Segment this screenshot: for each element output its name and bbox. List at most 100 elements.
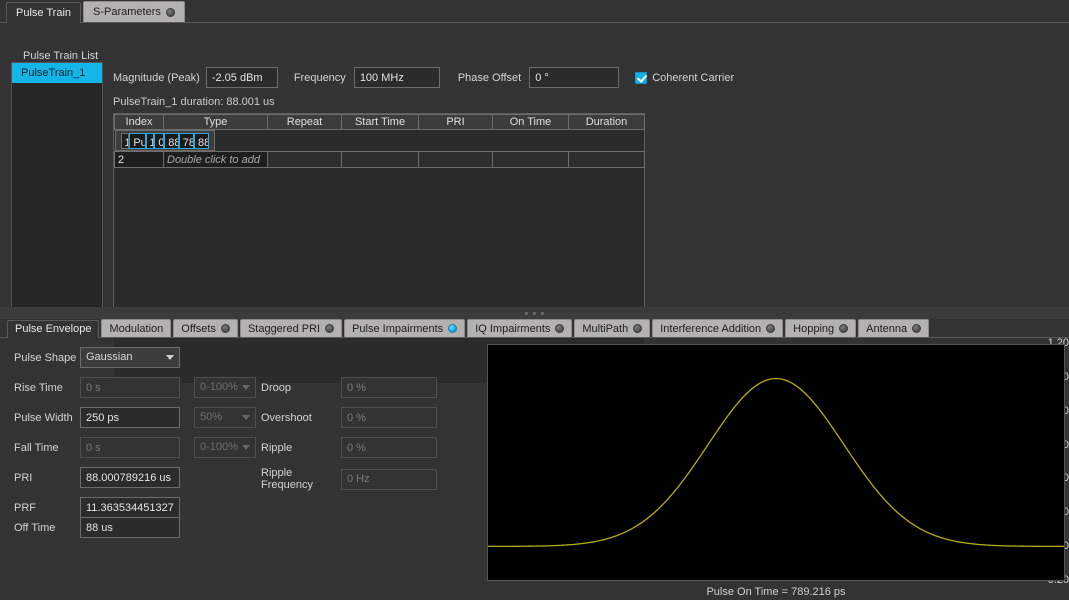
prf-input[interactable] (80, 497, 180, 518)
ripple-frequency-input[interactable] (341, 469, 437, 490)
cell-on-time[interactable]: 789.216 ps (179, 133, 194, 149)
ripple-input[interactable] (341, 437, 437, 458)
tab-antenna[interactable]: Antenna (858, 319, 929, 337)
field-fall-time: Fall Time 0-100% (14, 437, 256, 458)
tab-pulse-train-label: Pulse Train (16, 7, 71, 19)
chevron-down-icon (242, 445, 250, 450)
tab-staggered-pri[interactable]: Staggered PRI (240, 319, 342, 337)
chart-plot-area[interactable] (487, 344, 1065, 581)
list-item[interactable]: PulseTrain_1 (12, 63, 102, 83)
cell-repeat[interactable] (268, 152, 342, 168)
rise-time-unit-select[interactable]: 0-100% (194, 377, 256, 398)
cell-add-placeholder[interactable]: Double click to add (164, 152, 268, 168)
frequency-input[interactable] (354, 67, 440, 88)
rise-time-label: Rise Time (14, 382, 80, 394)
status-dot-icon (166, 8, 175, 17)
phase-offset-input[interactable] (529, 67, 619, 88)
status-dot-icon (555, 324, 564, 333)
coherent-carrier-label: Coherent Carrier (652, 72, 734, 84)
tab-pulse-impairments[interactable]: Pulse Impairments (344, 319, 465, 337)
fall-time-unit-select[interactable]: 0-100% (194, 437, 256, 458)
chevron-down-icon (166, 355, 174, 360)
tab-pulse-envelope[interactable]: Pulse Envelope (7, 320, 99, 338)
ripple-label: Ripple (261, 442, 341, 454)
lower-tab-bar: Pulse Envelope Modulation Offsets Stagge… (0, 319, 1069, 338)
status-dot-icon (221, 324, 230, 333)
chevron-down-icon (242, 415, 250, 420)
tab-pulse-envelope-label: Pulse Envelope (15, 323, 91, 335)
pulse-train-list-title: Pulse Train List (23, 50, 98, 62)
cell-index: 1 (121, 133, 130, 149)
fall-time-input[interactable] (80, 437, 180, 458)
tab-pulse-train[interactable]: Pulse Train (6, 2, 81, 23)
column-header-pri[interactable]: PRI (419, 115, 493, 130)
tab-iq-impairments[interactable]: IQ Impairments (467, 319, 572, 337)
status-dot-icon (633, 324, 642, 333)
pulse-envelope-chart: 1.201.000.800.600.400.200.00-0.20 Pulse … (448, 340, 1069, 600)
tab-s-parameters[interactable]: S-Parameters (83, 1, 185, 22)
tab-offsets[interactable]: Offsets (173, 319, 238, 337)
coherent-carrier-checkbox[interactable]: Coherent Carrier (635, 72, 734, 84)
rise-time-unit-value: 0-100% (200, 378, 238, 397)
cell-type[interactable]: Pulse Group (129, 133, 145, 149)
droop-input[interactable] (341, 377, 437, 398)
column-header-start-time[interactable]: Start Time (342, 115, 419, 130)
pulse-train-list[interactable]: PulseTrain_1 (11, 62, 103, 330)
column-header-on-time[interactable]: On Time (493, 115, 569, 130)
tab-modulation[interactable]: Modulation (101, 319, 171, 337)
off-time-input[interactable] (80, 517, 180, 538)
pulse-width-input[interactable] (80, 407, 180, 428)
chevron-down-icon (242, 385, 250, 390)
pri-label: PRI (14, 472, 80, 484)
status-dot-icon (766, 324, 775, 333)
magnitude-input[interactable] (206, 67, 278, 88)
panel-splitter-handle[interactable] (0, 307, 1069, 319)
tab-pulse-impairments-label: Pulse Impairments (352, 323, 443, 335)
tab-hopping[interactable]: Hopping (785, 319, 856, 337)
pulse-shape-select[interactable]: Gaussian (80, 347, 180, 368)
field-prf: PRF (14, 497, 180, 518)
cell-on-time[interactable] (493, 152, 569, 168)
off-time-label: Off Time (14, 522, 80, 534)
table-row[interactable]: 1 Pulse Group 1 0 s 88.001 us 789.216 ps… (115, 130, 215, 151)
cell-duration[interactable] (569, 152, 645, 168)
column-header-type[interactable]: Type (164, 115, 268, 130)
table-row[interactable]: 2 Double click to add (115, 152, 645, 168)
tab-multipath-label: MultiPath (582, 323, 628, 335)
column-header-index[interactable]: Index (115, 115, 164, 130)
column-header-repeat[interactable]: Repeat (268, 115, 342, 130)
grip-dot-icon (525, 312, 528, 315)
status-dot-icon (325, 324, 334, 333)
cell-pri[interactable] (419, 152, 493, 168)
status-dot-icon (912, 324, 921, 333)
tab-staggered-pri-label: Staggered PRI (248, 323, 320, 335)
pulse-envelope-panel: Pulse Shape Gaussian Rise Time 0-100% Pu… (0, 338, 1069, 600)
magnitude-label: Magnitude (Peak) (113, 72, 200, 84)
cell-repeat[interactable]: 1 (146, 133, 155, 149)
pulse-train-panel: Pulse Train List PulseTrain_1 Magnitude … (0, 23, 1069, 311)
grip-dot-icon (533, 312, 536, 315)
cell-pri[interactable]: 88.001 us (164, 133, 178, 149)
pulse-width-label: Pulse Width (14, 412, 80, 424)
tab-interference-addition[interactable]: Interference Addition (652, 319, 783, 337)
cell-start-time[interactable]: 0 s (154, 133, 164, 149)
field-ripple-frequency: Ripple Frequency (261, 467, 437, 491)
fall-time-label: Fall Time (14, 442, 80, 454)
pulse-shape-value: Gaussian (86, 348, 132, 367)
tab-interference-addition-label: Interference Addition (660, 323, 761, 335)
fall-time-unit-value: 0-100% (200, 438, 238, 457)
rise-time-input[interactable] (80, 377, 180, 398)
tab-modulation-label: Modulation (109, 323, 163, 335)
cell-start-time[interactable] (342, 152, 419, 168)
top-tab-bar: Pulse Train S-Parameters (0, 0, 1069, 23)
tab-multipath[interactable]: MultiPath (574, 319, 650, 337)
pulse-train-item-label: PulseTrain_1 (21, 67, 85, 79)
field-pulse-shape: Pulse Shape Gaussian (14, 347, 180, 368)
pri-input[interactable] (80, 467, 180, 488)
pulse-width-unit-select[interactable]: 50% (194, 407, 256, 428)
tab-offsets-label: Offsets (181, 323, 216, 335)
column-header-duration[interactable]: Duration (569, 115, 645, 130)
overshoot-input[interactable] (341, 407, 437, 428)
cell-duration[interactable]: 88.001 us (194, 133, 208, 149)
status-dot-icon (448, 324, 457, 333)
